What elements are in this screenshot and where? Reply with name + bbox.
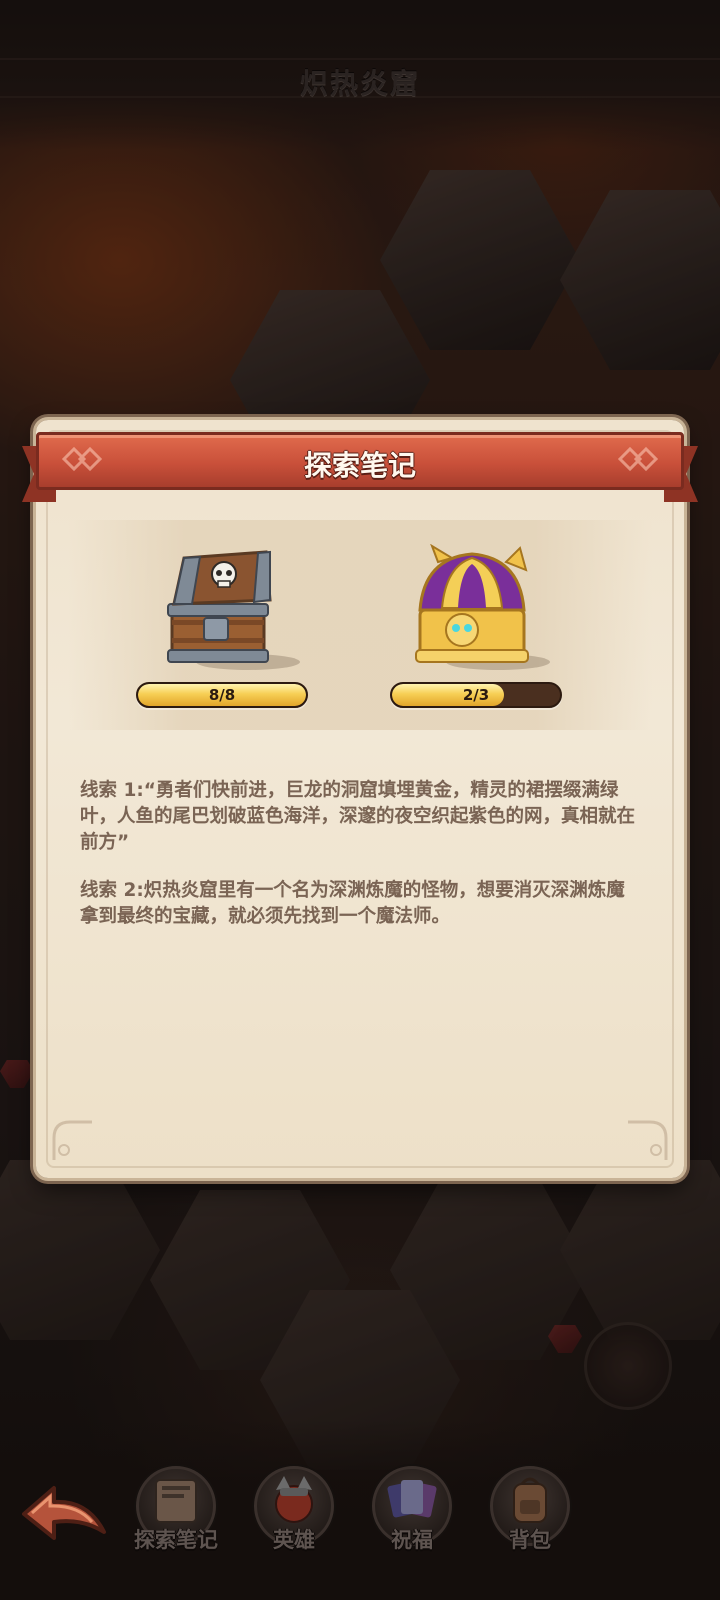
clue-text: 线索 2:炽热炎窟里有一个名为深渊炼魔的怪物，想要消灭深渊炼魔拿到最终的宝藏，就… — [80, 880, 625, 927]
nav-notebook[interactable]: 探索笔记 — [128, 1462, 224, 1558]
nav-label: 探索笔记 — [134, 1528, 218, 1552]
back-arrow-icon[interactable] — [18, 1480, 110, 1550]
nav-label: 英雄 — [273, 1528, 315, 1552]
corner-ornament-icon — [624, 1118, 670, 1164]
iron-skull-chest-icon[interactable] — [158, 544, 308, 674]
nav-backpack[interactable]: 背包 — [482, 1462, 578, 1558]
nav-label: 祝福 — [391, 1528, 433, 1552]
progress-label: 2/3 — [462, 686, 490, 704]
nav-label: 背包 — [509, 1528, 551, 1552]
exploration-notes-dialog: 探索笔记 8/8 2/3 线索 1:“勇者们快前进，巨龙的洞窟填埋黄金，精灵的裙… — [22, 420, 698, 1178]
corner-ornament-icon — [50, 1118, 96, 1164]
clue-text: 线索 1:“勇者们快前进，巨龙的洞窟填埋黄金，精灵的裙摆缀满绿叶，人鱼的尾巴划破… — [80, 780, 636, 853]
dialog-title: 探索笔记 — [303, 449, 416, 482]
notebook-icon — [146, 1470, 206, 1530]
title-ribbon: 探索笔记 — [22, 432, 698, 502]
golden-purple-chest-icon[interactable] — [402, 543, 552, 674]
blessing-cards-icon — [382, 1470, 442, 1530]
progress-label: 8/8 — [208, 686, 236, 704]
progress-bar: 2/3 — [390, 682, 562, 708]
hero-icon — [264, 1470, 324, 1530]
backpack-icon — [500, 1470, 560, 1530]
progress-bar: 8/8 — [136, 682, 308, 708]
nav-hero[interactable]: 英雄 — [246, 1462, 342, 1558]
nav-blessing[interactable]: 祝福 — [364, 1462, 460, 1558]
